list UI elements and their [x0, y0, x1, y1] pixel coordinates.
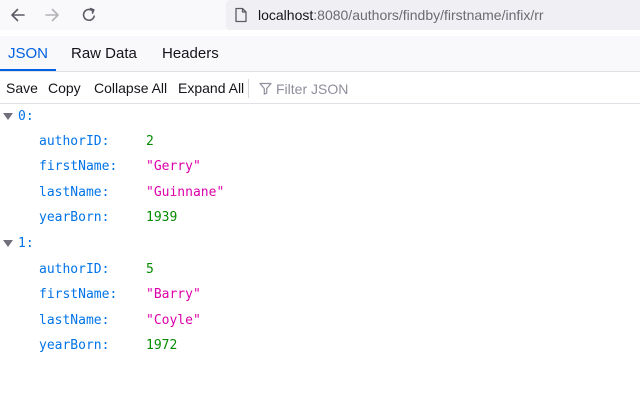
tree-row[interactable]: authorID: 2	[0, 129, 640, 154]
reload-icon	[82, 7, 95, 21]
tab-raw-data[interactable]: Raw Data	[71, 36, 137, 71]
json-key: firstName:	[39, 159, 118, 174]
tab-label: Raw Data	[71, 45, 137, 62]
object-index: 0:	[18, 109, 34, 124]
tree-row[interactable]: firstName: "Barry"	[0, 282, 640, 307]
tree-row[interactable]: lastName: "Coyle"	[0, 308, 640, 333]
toolbar-divider	[248, 79, 249, 98]
url-text[interactable]: localhost:8080/authors/findby/firstname/…	[258, 7, 544, 23]
json-value: "Gerry"	[146, 159, 201, 174]
json-value: 1972	[146, 338, 178, 353]
tree-row[interactable]: yearBorn: 1939	[0, 205, 640, 230]
active-tab-indicator	[0, 69, 56, 71]
json-key: lastName:	[39, 313, 110, 328]
tree-row[interactable]: firstName: "Gerry"	[0, 154, 640, 179]
filter-json-input[interactable]	[276, 79, 476, 98]
tab-headers[interactable]: Headers	[162, 36, 219, 71]
json-key: yearBorn:	[39, 210, 110, 225]
json-value: "Coyle"	[146, 313, 201, 328]
json-key: lastName:	[39, 185, 110, 200]
expand-all-button[interactable]: Expand All	[178, 80, 244, 97]
expanded-triangle-icon[interactable]	[3, 240, 13, 247]
forward-button[interactable]	[40, 3, 64, 27]
json-value: "Barry"	[146, 287, 201, 302]
back-button[interactable]	[6, 3, 30, 27]
json-value: "Guinnane"	[146, 185, 225, 200]
tree-row-object-1[interactable]: 1:	[0, 231, 640, 256]
json-value: 1939	[146, 210, 178, 225]
tree-row[interactable]: lastName: "Guinnane"	[0, 180, 640, 205]
tree-row[interactable]: yearBorn: 1972	[0, 333, 640, 358]
arrow-right-icon	[45, 8, 59, 22]
json-value: 5	[146, 262, 154, 277]
tree-row-object-0[interactable]: 0:	[0, 104, 640, 129]
json-key: firstName:	[39, 287, 118, 302]
reload-button[interactable]	[77, 3, 101, 27]
viewer-tabs: JSON Raw Data Headers	[0, 36, 640, 72]
tree-row[interactable]: authorID: 5	[0, 257, 640, 282]
object-index: 1:	[18, 236, 34, 251]
url-host: localhost	[258, 7, 314, 23]
json-key: authorID:	[39, 134, 110, 149]
expanded-triangle-icon[interactable]	[3, 113, 13, 120]
page-icon	[235, 7, 247, 23]
json-key: authorID:	[39, 262, 110, 277]
tab-json[interactable]: JSON	[0, 36, 56, 71]
collapse-all-button[interactable]: Collapse All	[94, 80, 167, 97]
tab-label: JSON	[7, 45, 48, 62]
json-key: yearBorn:	[39, 338, 110, 353]
url-bar[interactable]: localhost:8080/authors/findby/firstname/…	[226, 0, 640, 30]
filter-icon	[259, 82, 272, 95]
copy-button[interactable]: Copy	[48, 80, 81, 97]
arrow-left-icon	[11, 8, 25, 22]
save-button[interactable]: Save	[6, 80, 38, 97]
url-path: :8080/authors/findby/firstname/infix/rr	[313, 7, 544, 23]
tab-label: Headers	[162, 45, 219, 62]
json-toolbar: Save Copy Collapse All Expand All	[0, 73, 640, 104]
navigation-bar: localhost:8080/authors/findby/firstname/…	[0, 0, 640, 30]
json-value: 2	[146, 134, 154, 149]
